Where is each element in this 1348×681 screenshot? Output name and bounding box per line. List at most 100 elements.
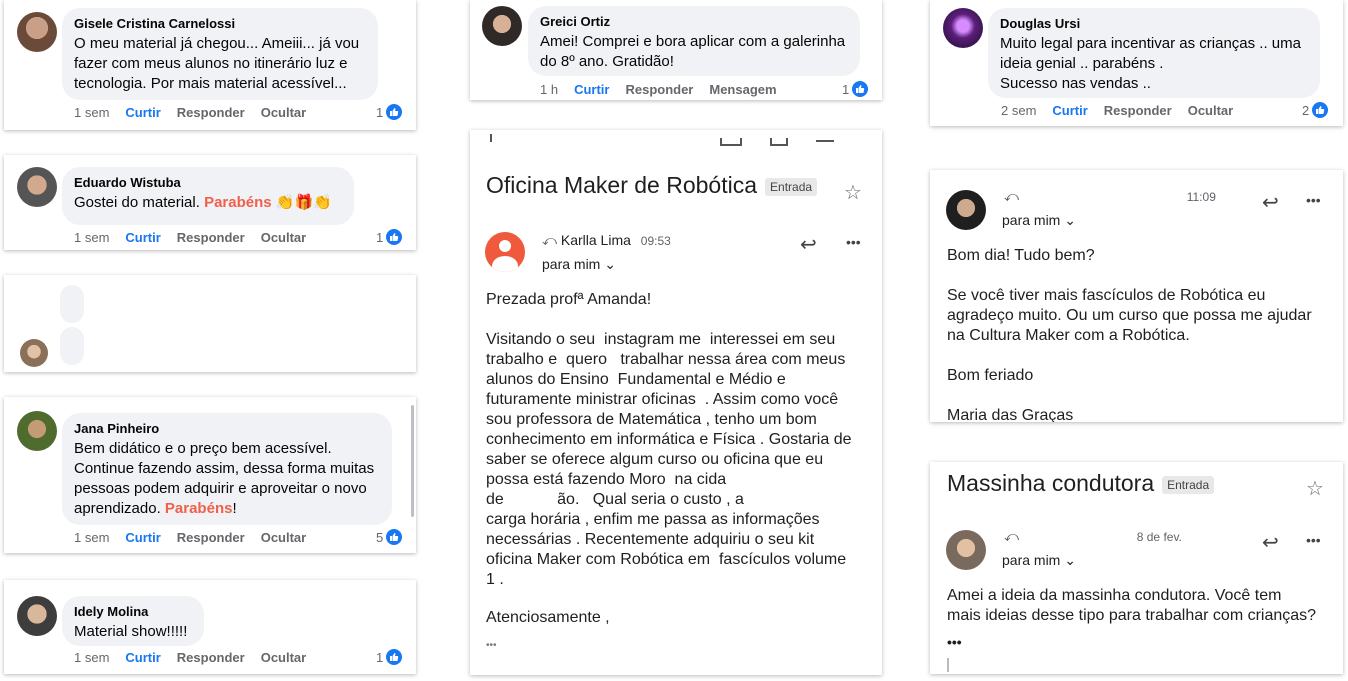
comment-text-line: pessoas podem adquirir e aproveitar o no… <box>74 480 367 497</box>
comment-text-line: Muito legal para incentivar as crianças … <box>1000 35 1301 52</box>
email-closing: Atenciosamente , <box>486 609 610 626</box>
more-icon[interactable]: ••• <box>1306 532 1321 548</box>
comment-text-part: ! <box>232 500 237 517</box>
recipient-text: para mim <box>1002 212 1061 228</box>
email-subject-text: Oficina Maker de Robótica <box>486 172 758 198</box>
email-time: 11:09 <box>1186 190 1216 204</box>
comment-author[interactable]: Idely Molina <box>74 604 192 620</box>
comment-author[interactable]: Greici Ortiz <box>540 14 848 30</box>
avatar[interactable] <box>485 232 525 272</box>
like-button[interactable]: Curtir <box>125 105 160 120</box>
comment-time[interactable]: 2 sem <box>1001 103 1036 118</box>
comment-author[interactable]: Eduardo Wistuba <box>74 175 342 191</box>
email-body-line: saber se oferece algum curso ou oficina … <box>486 451 824 468</box>
label-tag[interactable]: Entrada <box>1162 475 1215 494</box>
reply-button[interactable]: Responder <box>177 230 245 245</box>
recipient-line[interactable]: para mim ⌄ <box>542 256 616 273</box>
sender-line: ⤺ 11:09 <box>1004 188 1216 205</box>
star-icon[interactable]: ☆ <box>1306 476 1324 501</box>
like-button[interactable]: Curtir <box>574 82 609 97</box>
avatar[interactable] <box>17 167 57 207</box>
like-button[interactable]: Curtir <box>1052 103 1087 118</box>
more-icon[interactable]: ••• <box>846 234 861 250</box>
avatar[interactable] <box>20 339 48 367</box>
reply-small-icon: ⤺ <box>542 232 557 248</box>
comment-time[interactable]: 1 sem <box>74 230 109 245</box>
email-date: 8 de fev. <box>1136 530 1182 544</box>
avatar[interactable] <box>482 6 522 46</box>
reply-small-icon: ⤺ <box>1004 188 1019 204</box>
recipient-line[interactable]: para mim ⌄ <box>1002 212 1076 229</box>
reaction-count[interactable]: 1 <box>376 649 403 665</box>
sender-name-redacted[interactable] <box>1023 191 1183 201</box>
comment-actions: 1 sem Curtir Responder Ocultar <box>74 230 322 245</box>
email-body-line: oficina Maker com Robótica em fascículos… <box>486 551 847 568</box>
avatar[interactable] <box>17 411 57 451</box>
comment-text-line: tecnologia. Por mais material acessível.… <box>74 75 347 92</box>
hide-button[interactable]: Ocultar <box>261 105 307 120</box>
comment-bubble: Greici Ortiz Amei! Comprei e bora aplica… <box>528 6 860 76</box>
email-body-line: alunos do Ensino Fundamental e Médio e <box>486 371 786 388</box>
like-button[interactable]: Curtir <box>125 650 160 665</box>
comment-card-douglas: Douglas Ursi Muito legal para incentivar… <box>930 0 1343 126</box>
reply-button[interactable]: Responder <box>177 530 245 545</box>
like-button[interactable]: Curtir <box>125 530 160 545</box>
star-icon[interactable]: ☆ <box>844 180 862 205</box>
reaction-count[interactable]: 1 <box>842 81 869 97</box>
comment-card-eduardo: Eduardo Wistuba Gostei do material. Para… <box>4 155 416 250</box>
comment-author[interactable]: Jana Pinheiro <box>74 421 380 437</box>
comment-time[interactable]: 1 sem <box>74 530 109 545</box>
reply-button[interactable]: Responder <box>177 105 245 120</box>
hide-button[interactable]: Ocultar <box>261 650 307 665</box>
avatar[interactable] <box>17 596 57 636</box>
reaction-count[interactable]: 1 <box>376 104 403 120</box>
sender-name-redacted[interactable] <box>1023 531 1133 541</box>
scrollbar[interactable] <box>411 405 414 517</box>
email-body-line: agradeço muito. Ou um curso que possa me… <box>947 307 1312 324</box>
avatar[interactable] <box>946 190 986 230</box>
comment-bubble: Eduardo Wistuba Gostei do material. Para… <box>62 167 354 225</box>
label-tag[interactable]: Entrada <box>765 177 818 196</box>
comment-author[interactable]: Gisele Cristina Carnelossi <box>74 16 366 32</box>
recipient-line[interactable]: para mim ⌄ <box>1002 552 1076 569</box>
email-subject-text: Massinha condutora <box>947 470 1155 496</box>
reaction-count[interactable]: 5 <box>376 529 403 545</box>
email-body-line: mais ideias desse tipo para trabalhar co… <box>947 607 1317 624</box>
reaction-count[interactable]: 2 <box>1302 102 1329 118</box>
like-icon <box>386 229 403 245</box>
more-icon[interactable]: ••• <box>1306 192 1321 208</box>
reply-icon[interactable]: ↩ <box>800 232 817 257</box>
email-body-line: 1 . <box>486 571 504 588</box>
highlight-word: Parabéns <box>164 500 233 517</box>
email-body-line: Amei a ideia da massinha condutora. Você… <box>947 587 1282 604</box>
email-body-line: conhecimento em informática e Física . G… <box>486 431 852 448</box>
reaction-count[interactable]: 1 <box>376 229 403 245</box>
comment-time[interactable]: 1 sem <box>74 650 109 665</box>
message-button[interactable]: Mensagem <box>709 82 776 97</box>
email-body-line: necessárias . Recentemente adquiriu o se… <box>486 531 815 548</box>
avatar[interactable] <box>946 530 986 570</box>
email-body-line: de ão. Qual seria o custo , a <box>486 491 744 508</box>
comment-time[interactable]: 1 h <box>540 82 558 97</box>
like-button[interactable]: Curtir <box>125 230 160 245</box>
hide-button[interactable]: Ocultar <box>261 230 307 245</box>
comment-text-line: do 8º ano. Gratidão! <box>540 53 674 70</box>
reply-icon[interactable]: ↩ <box>1262 190 1279 215</box>
chevron-down-icon: ⌄ <box>604 256 616 272</box>
more-icon[interactable]: ••• <box>486 636 497 656</box>
sender-name[interactable]: Karlla Lima <box>561 232 631 248</box>
reply-button[interactable]: Responder <box>625 82 693 97</box>
hide-button[interactable]: Ocultar <box>1188 103 1234 118</box>
hide-button[interactable]: Ocultar <box>261 530 307 545</box>
comment-time[interactable]: 1 sem <box>74 105 109 120</box>
reply-icon[interactable]: ↩ <box>1262 530 1279 555</box>
reply-button[interactable]: Responder <box>177 650 245 665</box>
avatar[interactable] <box>17 12 57 52</box>
like-icon <box>1312 102 1329 118</box>
comment-bubble: Jana Pinheiro Bem didático e o preço bem… <box>62 413 392 525</box>
comment-author[interactable]: Douglas Ursi <box>1000 16 1308 32</box>
more-icon[interactable]: ••• <box>947 632 962 652</box>
comment-actions: 1 sem Curtir Responder Ocultar <box>74 105 322 120</box>
reply-button[interactable]: Responder <box>1104 103 1172 118</box>
avatar[interactable] <box>943 8 983 48</box>
